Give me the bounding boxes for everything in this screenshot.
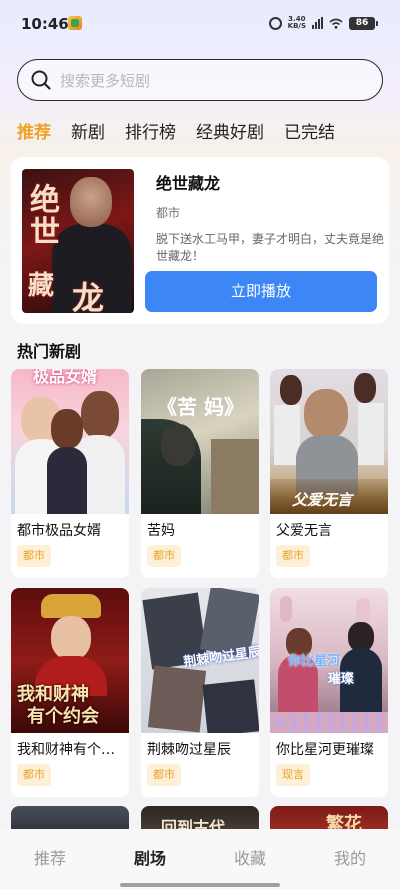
tab-completed[interactable]: 已完结	[284, 118, 335, 144]
drama-poster[interactable]: 荆棘吻过星辰	[141, 588, 259, 733]
poster-title: 有个约会	[27, 706, 99, 727]
play-now-button[interactable]: 立即播放	[145, 271, 377, 312]
drama-name: 苦妈	[147, 523, 175, 539]
drama-card[interactable]: 父爱无言 父爱无言 都市	[270, 369, 388, 578]
drama-poster[interactable]: 《苦 妈》	[141, 369, 259, 514]
network-speed-unit: KB/S	[287, 22, 306, 30]
drama-card[interactable]: 《苦 妈》 苦妈 都市	[141, 369, 259, 578]
drama-card[interactable]: 极品女婿 都市极品女婿 都市	[11, 369, 129, 578]
status-time: 10:46	[21, 15, 69, 33]
hot-dramas-title: 热门新剧	[17, 342, 82, 361]
poster-title: 你比星河	[288, 654, 341, 669]
nav-recommend[interactable]: 推荐	[0, 829, 100, 889]
wifi-icon	[329, 18, 343, 29]
featured-title: 绝世藏龙	[156, 174, 221, 193]
drama-poster[interactable]: 极品女婿	[11, 369, 129, 514]
category-tabs: 推荐 新剧 排行榜 经典好剧 已完结	[17, 118, 355, 144]
search-input[interactable]: 搜索更多短剧	[60, 70, 150, 91]
featured-poster[interactable]: 绝 世 藏 龙	[22, 169, 134, 313]
tab-classic[interactable]: 经典好剧	[196, 118, 264, 144]
featured-genre: 都市	[156, 206, 181, 220]
poster-title: 父爱无言	[292, 491, 353, 509]
genre-tag: 都市	[17, 545, 51, 567]
drama-poster[interactable]: 父爱无言	[270, 369, 388, 514]
poster-title-char: 藏	[28, 271, 55, 301]
app-notification-icon	[68, 16, 82, 30]
tab-ranking[interactable]: 排行榜	[125, 118, 176, 144]
battery-level: 86	[349, 16, 375, 30]
home-indicator[interactable]	[120, 883, 280, 887]
drama-name: 父爱无言	[276, 523, 332, 539]
featured-card[interactable]: 绝 世 藏 龙 绝世藏龙 都市 脱下送水工马甲，妻子才明白，丈夫竟是绝世藏龙！ …	[11, 157, 389, 324]
tab-recommend[interactable]: 推荐	[17, 118, 51, 144]
drama-card[interactable]: 荆棘吻过星辰 荆棘吻过星辰 都市	[141, 588, 259, 797]
network-speed: 3.40 KB/S	[288, 16, 306, 30]
poster-title: 极品女婿	[33, 369, 98, 386]
drama-card[interactable]: 你比星河 璀璨 你比星河更璀璨 现言	[270, 588, 388, 797]
drama-poster[interactable]: 你比星河 璀璨	[270, 588, 388, 733]
search-bar[interactable]: 搜索更多短剧	[17, 59, 383, 101]
status-bar: 10:46 3.40 KB/S 86	[0, 0, 400, 48]
poster-title: 《苦 妈》	[157, 395, 244, 419]
nav-theater[interactable]: 剧场	[100, 829, 200, 889]
status-icons: 3.40 KB/S 86	[268, 14, 378, 32]
nav-profile[interactable]: 我的	[300, 829, 400, 889]
signal-icon	[312, 17, 323, 29]
bottom-nav: 推荐 剧场 收藏 我的	[0, 829, 400, 889]
drama-poster[interactable]: 我和财神 有个约会	[11, 588, 129, 733]
featured-description: 脱下送水工马甲，妻子才明白，丈夫竟是绝世藏龙！	[156, 232, 385, 263]
drama-name: 我和财神有个约会	[17, 742, 125, 758]
search-icon	[31, 70, 51, 90]
poster-title-char: 龙	[72, 279, 105, 313]
alarm-icon	[268, 16, 282, 30]
genre-tag: 都市	[17, 764, 51, 786]
drama-card[interactable]: 我和财神 有个约会 我和财神有个约会 都市	[11, 588, 129, 797]
drama-name: 你比星河更璀璨	[276, 742, 374, 758]
tab-new-drama[interactable]: 新剧	[71, 118, 105, 144]
drama-name: 都市极品女婿	[17, 523, 101, 539]
genre-tag: 现言	[276, 764, 310, 786]
drama-name: 荆棘吻过星辰	[147, 742, 231, 758]
genre-tag: 都市	[276, 545, 310, 567]
poster-title-char: 世	[30, 215, 60, 250]
genre-tag: 都市	[147, 764, 181, 786]
poster-title: 璀璨	[328, 672, 355, 687]
nav-favorites[interactable]: 收藏	[200, 829, 300, 889]
battery-icon: 86	[349, 16, 378, 30]
genre-tag: 都市	[147, 545, 181, 567]
